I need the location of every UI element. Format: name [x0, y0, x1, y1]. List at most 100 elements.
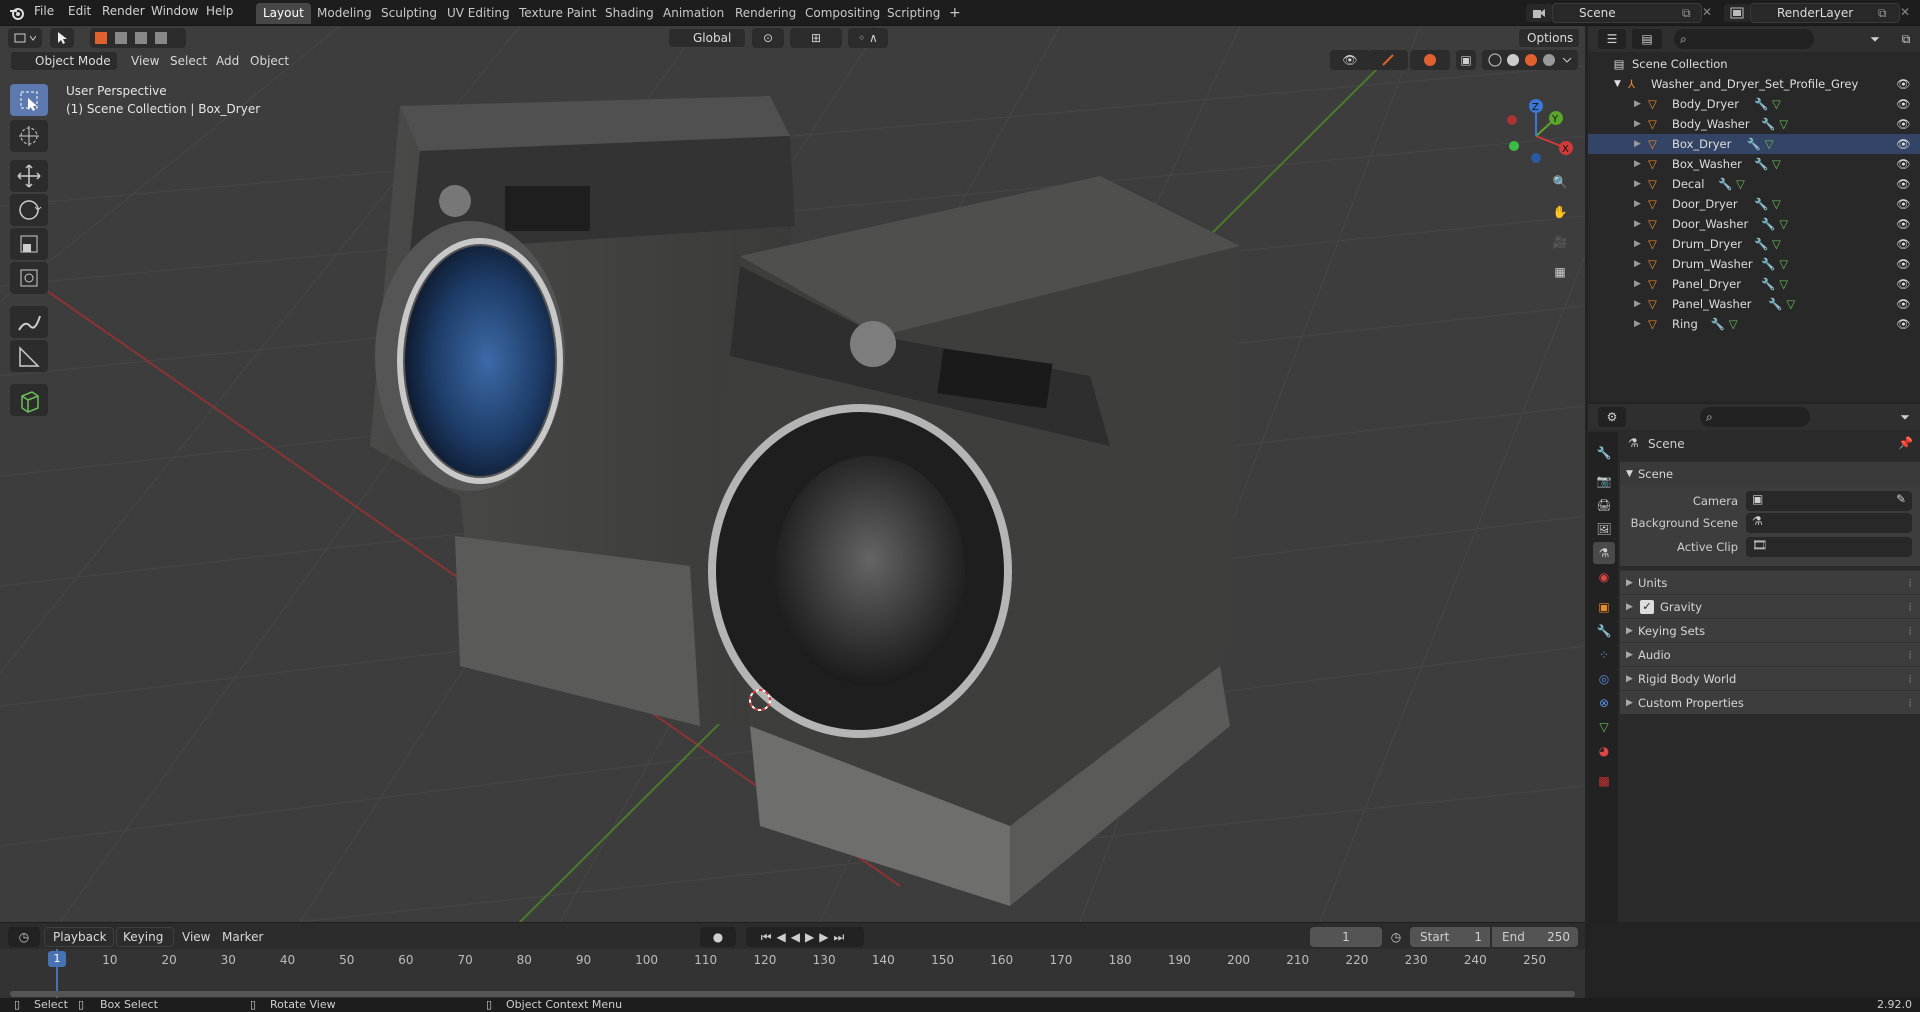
camera-field[interactable]: ▣ ✎	[1746, 491, 1912, 511]
timeline-editor-icon[interactable]: ◷	[8, 927, 40, 947]
visibility-eye-icon[interactable]: 👁	[1896, 234, 1911, 254]
physics-tab-icon[interactable]: ◎	[1593, 668, 1615, 690]
perspective-toggle-icon[interactable]: ▦	[1548, 260, 1572, 284]
mesh-data-icon[interactable]: ▽	[1779, 114, 1788, 134]
visibility-eye-icon[interactable]: 👁	[1896, 154, 1911, 174]
tab-scripting[interactable]: Scripting	[880, 3, 947, 24]
properties-options-icon[interactable]: ⏷	[1896, 407, 1914, 427]
add-cube-tool[interactable]	[10, 384, 48, 416]
eyedropper-icon[interactable]: ✎	[1896, 492, 1906, 506]
mesh-data-icon[interactable]: ▽	[1729, 314, 1738, 334]
outliner-object-row[interactable]: ▶ ▽ Box_Dryer 🔧 ▽ 👁	[1588, 134, 1920, 154]
pin-icon[interactable]: 📌	[1898, 436, 1913, 450]
expand-arrow-icon[interactable]: ▶	[1634, 194, 1641, 214]
tab-layout[interactable]: Layout	[256, 3, 311, 24]
menu-render[interactable]: Render	[102, 4, 145, 18]
cursor-tool[interactable]	[10, 120, 48, 152]
mesh-data-icon[interactable]: ▽	[1736, 174, 1745, 194]
constraints-tab-icon[interactable]: ⊗	[1593, 692, 1615, 714]
outliner-object-row[interactable]: ▶ ▽ Panel_Dryer 🔧 ▽ 👁	[1588, 274, 1920, 294]
select-tool-icon[interactable]	[50, 28, 74, 48]
expand-arrow-icon[interactable]: ▶	[1634, 274, 1641, 294]
outliner-object-row[interactable]: ▶ ▽ Body_Dryer 🔧 ▽ 👁	[1588, 94, 1920, 114]
drag-handle-icon[interactable]: ⁞	[1908, 667, 1912, 691]
transform-orientation-dropdown[interactable]: Global	[668, 28, 746, 48]
snap-icon[interactable]: ⊞	[790, 28, 842, 48]
outliner-object-row[interactable]: ▶ ▽ Ring 🔧 ▽ 👁	[1588, 314, 1920, 334]
tab-texture-paint[interactable]: Texture Paint	[512, 3, 603, 24]
visibility-eye-icon[interactable]: 👁	[1896, 214, 1911, 234]
viewport-menu-select[interactable]: Select	[170, 51, 207, 71]
end-frame-field[interactable]: End 250	[1492, 927, 1578, 947]
object-tab-icon[interactable]: ▣	[1593, 596, 1615, 618]
pan-hand-icon[interactable]: ✋	[1548, 200, 1572, 224]
outliner-object-row[interactable]: ▶ ▽ Door_Dryer 🔧 ▽ 👁	[1588, 194, 1920, 214]
scale-tool[interactable]	[10, 228, 48, 260]
particles-tab-icon[interactable]: ⁘	[1593, 644, 1615, 666]
drag-handle-icon[interactable]: ⁞	[1908, 619, 1912, 643]
tab-sculpting[interactable]: Sculpting	[374, 3, 444, 24]
tab-compositing[interactable]: Compositing	[798, 3, 887, 24]
modifier-icon[interactable]: 🔧	[1761, 214, 1775, 234]
scene-tab-icon[interactable]: ⚗	[1593, 542, 1615, 564]
outliner-object-row[interactable]: ▶ ▽ Door_Washer 🔧 ▽ 👁	[1588, 214, 1920, 234]
mesh-data-icon[interactable]: ▽	[1772, 154, 1781, 174]
drag-handle-icon[interactable]: ⁞	[1908, 691, 1912, 715]
viewport-menu-view[interactable]: View	[131, 51, 159, 71]
mesh-data-icon[interactable]: ▽	[1765, 134, 1774, 154]
3d-viewport[interactable]: Object Mode View Select Add Object Globa…	[0, 26, 1585, 922]
xray-icon[interactable]: ▣	[1456, 50, 1476, 70]
mesh-data-icon[interactable]: ▽	[1779, 274, 1788, 294]
overlays-icon[interactable]	[1410, 50, 1450, 70]
modifier-icon[interactable]: 🔧	[1747, 134, 1761, 154]
visibility-eye-icon[interactable]: 👁	[1896, 174, 1911, 194]
outliner-search-input[interactable]: ⌕	[1674, 29, 1814, 49]
visibility-eye-icon[interactable]: 👁	[1896, 114, 1911, 134]
mesh-data-icon[interactable]: ▽	[1772, 234, 1781, 254]
rotate-tool[interactable]	[10, 194, 48, 226]
visibility-eye-icon[interactable]: 👁	[1896, 74, 1911, 94]
scene-remove-icon[interactable]: ✕	[1702, 5, 1712, 19]
annotate-tool[interactable]	[10, 306, 48, 338]
zoom-icon[interactable]: 🔍	[1548, 170, 1572, 194]
navigation-gizmo[interactable]: X Y Z	[1500, 92, 1580, 182]
timeline-menu-marker[interactable]: Marker	[222, 927, 263, 947]
view-layer-tab-icon[interactable]: 🖼	[1593, 518, 1615, 540]
expand-arrow-icon[interactable]: ▶	[1634, 114, 1641, 134]
modifier-icon[interactable]: 🔧	[1768, 294, 1782, 314]
data-tab-icon[interactable]: ▽	[1593, 716, 1615, 738]
outliner-editor-icon[interactable]: ☰	[1598, 29, 1626, 49]
playback-controls-icons[interactable]: ⏮◀◀▶▶⏭	[746, 927, 864, 947]
mesh-data-icon[interactable]: ▽	[1779, 254, 1788, 274]
mesh-data-icon[interactable]: ▽	[1772, 194, 1781, 214]
add-workspace-button[interactable]: +	[942, 3, 968, 24]
camera-view-icon[interactable]: 🎥	[1548, 230, 1572, 254]
properties-editor-icon[interactable]: ⚙	[1598, 407, 1626, 427]
tab-rendering[interactable]: Rendering	[728, 3, 803, 24]
playback-dropdown[interactable]: Playback	[44, 927, 114, 947]
visibility-eye-icon[interactable]: 👁	[1896, 94, 1911, 114]
expand-arrow-icon[interactable]: ▶	[1634, 154, 1641, 174]
texture-tab-icon[interactable]: ▩	[1593, 770, 1615, 792]
render-tab-icon[interactable]: 📷	[1593, 470, 1615, 492]
mesh-data-icon[interactable]: ▽	[1772, 94, 1781, 114]
menu-window[interactable]: Window	[151, 4, 198, 18]
gravity-checkbox[interactable]: ✓	[1640, 600, 1654, 614]
gizmo-toggle-icon[interactable]	[1368, 50, 1408, 70]
view-layer-browse-icon[interactable]	[1724, 4, 1750, 22]
modifier-icon[interactable]: 🔧	[1718, 174, 1732, 194]
outliner-object-row[interactable]: ▶ ▽ Box_Washer 🔧 ▽ 👁	[1588, 154, 1920, 174]
new-collection-icon[interactable]: ⧉	[1896, 29, 1916, 49]
panel-header[interactable]: ▶ Custom Properties ⁞	[1620, 690, 1920, 714]
preview-range-icon[interactable]: ◷	[1386, 927, 1406, 947]
timeline-ruler[interactable]: 1 10 20 30 40 50 60 70 80 90 100 110 120 130 140 150 16…	[0, 949, 1585, 999]
modifier-icon[interactable]: 🔧	[1761, 274, 1775, 294]
scene-field[interactable]: Scene	[1552, 3, 1702, 23]
panel-header[interactable]: ▶ Rigid Body World ⁞	[1620, 666, 1920, 690]
visibility-eye-icon[interactable]: 👁	[1896, 254, 1911, 274]
visibility-eye-icon[interactable]: 👁	[1896, 194, 1911, 214]
keying-dropdown[interactable]: Keying	[116, 927, 174, 947]
panel-header[interactable]: ▶ ✓ Gravity ⁞	[1620, 594, 1920, 618]
measure-tool[interactable]	[10, 340, 48, 372]
visibility-eye-icon[interactable]: 👁	[1896, 134, 1911, 154]
